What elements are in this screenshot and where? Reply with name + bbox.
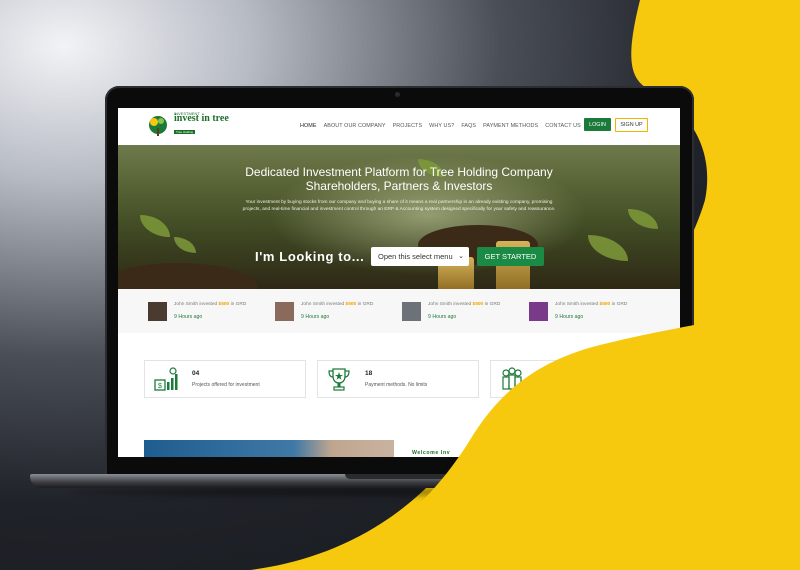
yellow-swoosh-overlay (300, 300, 800, 570)
